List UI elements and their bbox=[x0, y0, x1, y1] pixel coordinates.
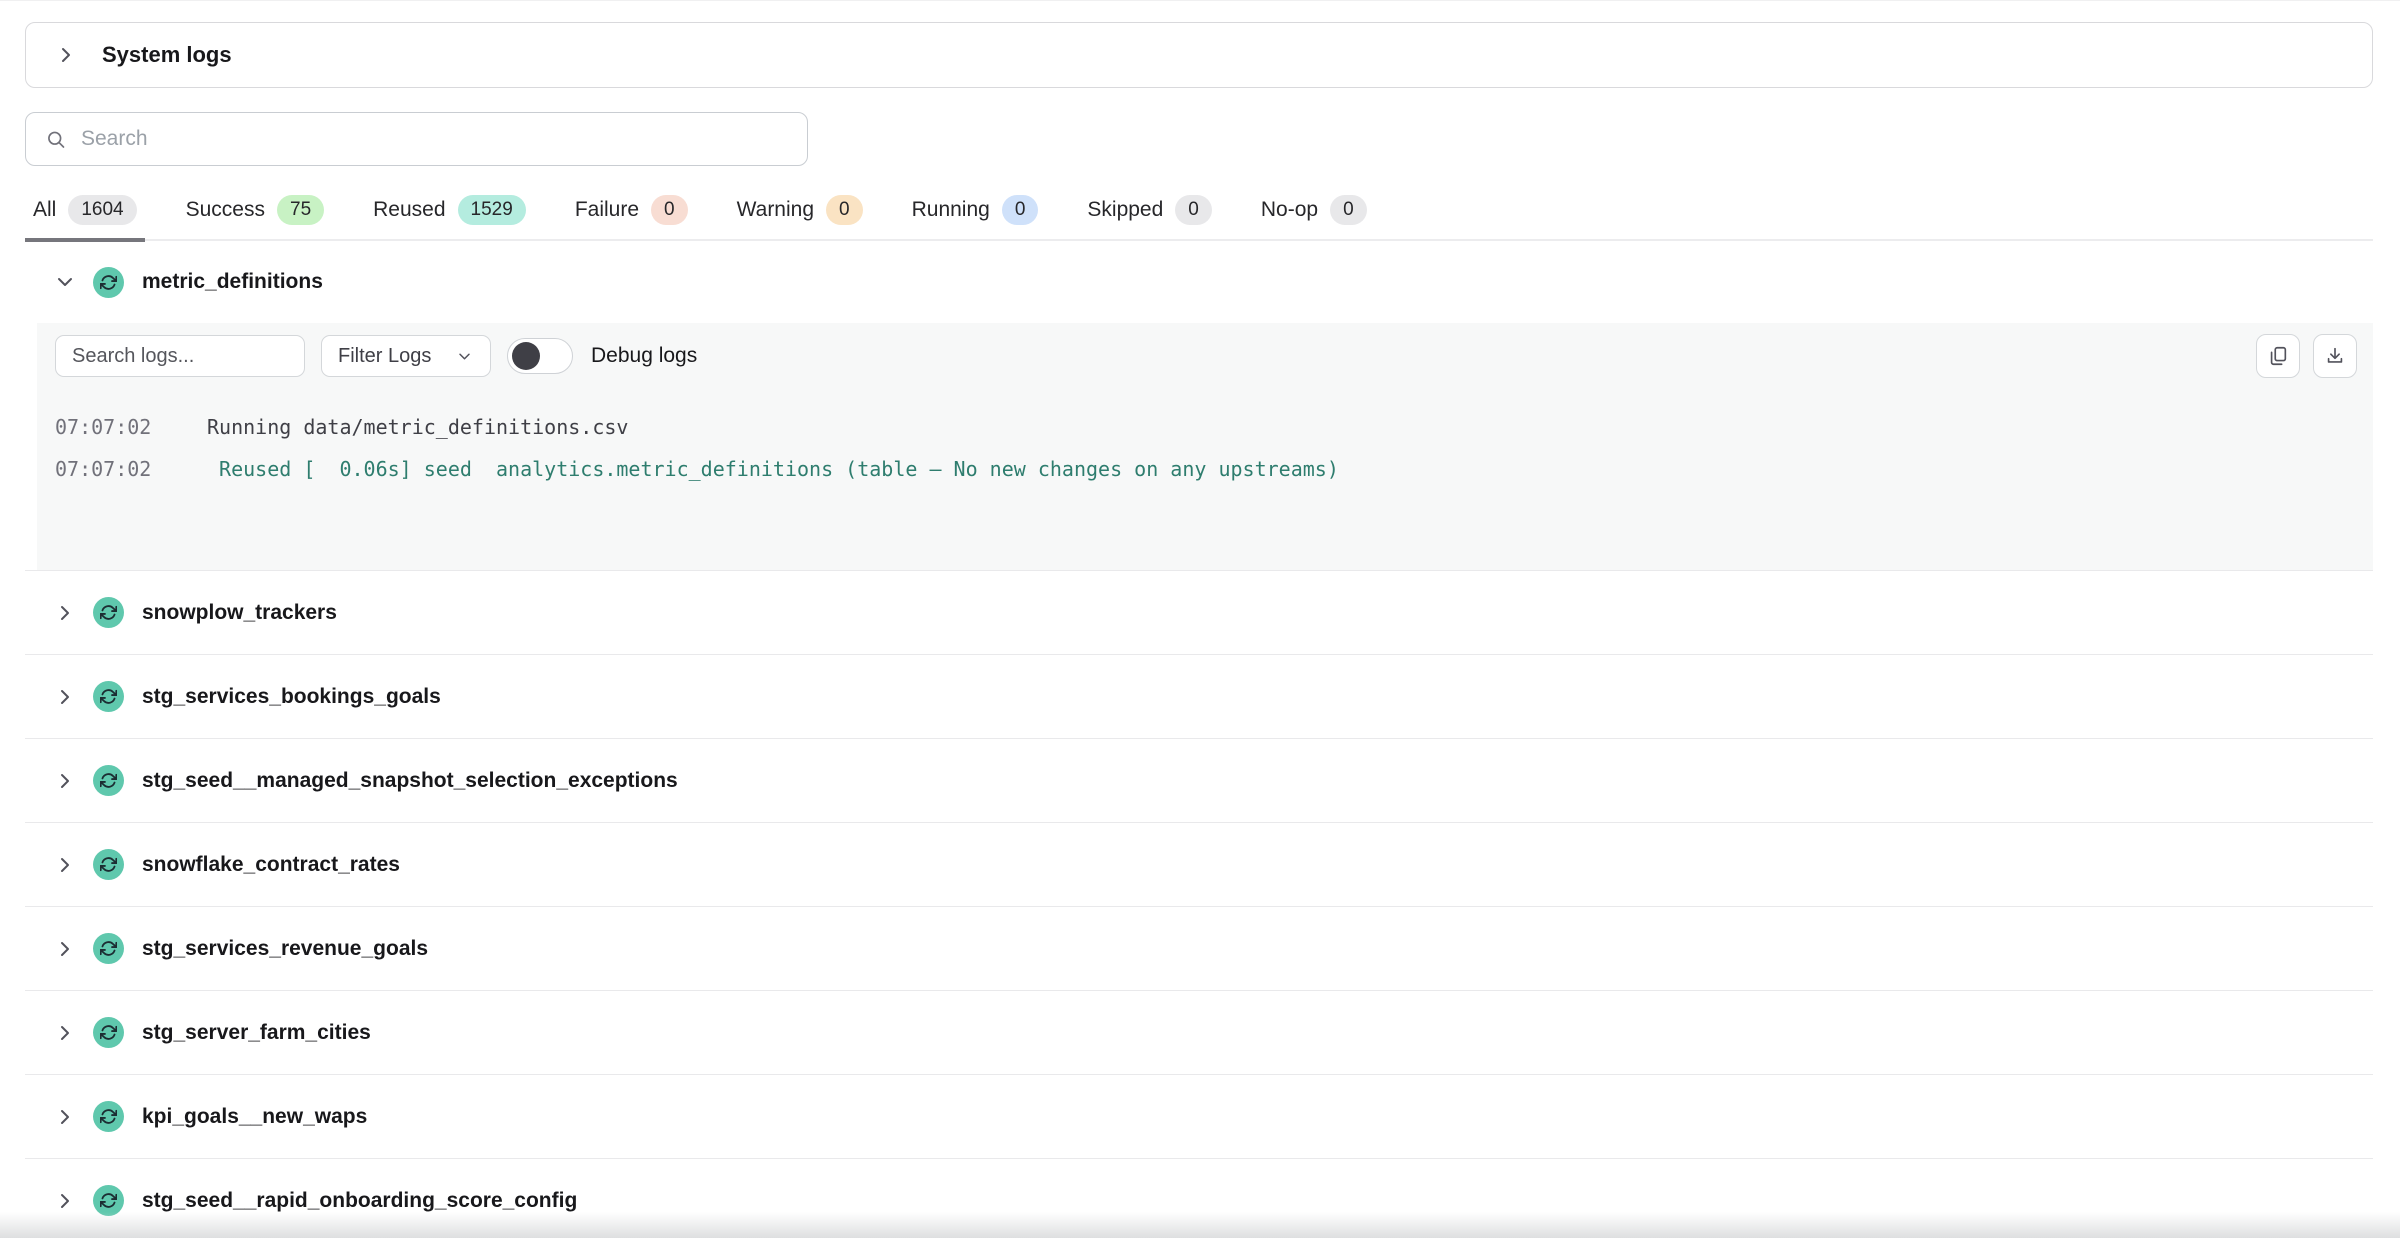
tab-count-badge: 75 bbox=[277, 195, 324, 225]
node-label: stg_services_revenue_goals bbox=[142, 937, 428, 961]
chevron-right-icon[interactable] bbox=[55, 603, 75, 623]
copy-logs-button[interactable] bbox=[2256, 334, 2300, 378]
node-label: stg_services_bookings_goals bbox=[142, 685, 441, 709]
search-box[interactable] bbox=[25, 112, 808, 166]
tab-label: Running bbox=[912, 198, 990, 222]
search-input[interactable] bbox=[81, 127, 807, 151]
node-label: stg_server_farm_cities bbox=[142, 1021, 371, 1045]
tab-count-badge: 0 bbox=[1330, 195, 1367, 225]
debug-logs-label: Debug logs bbox=[591, 344, 697, 368]
log-group-row[interactable]: snowplow_trackers bbox=[25, 571, 2373, 655]
toggle-knob bbox=[512, 342, 540, 370]
tab-label: No-op bbox=[1261, 198, 1318, 222]
status-tabs: All 1604 Success 75 Reused 1529 Failure … bbox=[25, 193, 2373, 241]
log-group-row[interactable]: stg_services_revenue_goals bbox=[25, 907, 2373, 991]
tab-label: Success bbox=[186, 198, 265, 222]
tab-warning[interactable]: Warning 0 bbox=[729, 193, 871, 242]
reused-status-icon bbox=[93, 267, 124, 298]
chevron-right-icon[interactable] bbox=[55, 687, 75, 707]
chevron-right-icon[interactable] bbox=[55, 771, 75, 791]
chevron-right-icon[interactable] bbox=[55, 1023, 75, 1043]
log-group-row-expanded[interactable]: metric_definitions bbox=[25, 251, 2373, 313]
tab-count-badge: 1529 bbox=[458, 195, 526, 225]
log-timestamp: 07:07:02 bbox=[55, 406, 207, 448]
log-search-box[interactable] bbox=[55, 335, 305, 377]
log-search-input[interactable] bbox=[72, 345, 288, 368]
tab-all[interactable]: All 1604 bbox=[25, 193, 145, 242]
tab-count-badge: 1604 bbox=[68, 195, 136, 225]
chevron-right-icon[interactable] bbox=[56, 45, 76, 65]
chevron-down-icon bbox=[454, 349, 474, 364]
tab-success[interactable]: Success 75 bbox=[178, 193, 333, 242]
filter-logs-dropdown[interactable]: Filter Logs bbox=[321, 335, 491, 377]
tab-label: Reused bbox=[373, 198, 445, 222]
tab-label: Failure bbox=[575, 198, 639, 222]
reused-status-icon bbox=[93, 933, 124, 964]
log-message: Reused [ 0.06s] seed analytics.metric_de… bbox=[207, 448, 1339, 490]
reused-status-icon bbox=[93, 765, 124, 796]
log-line: 07:07:02 Reused [ 0.06s] seed analytics.… bbox=[55, 448, 2357, 490]
download-icon bbox=[2324, 345, 2346, 367]
log-line: 07:07:02 Running data/metric_definitions… bbox=[55, 406, 2357, 448]
log-group-row[interactable]: stg_services_bookings_goals bbox=[25, 655, 2373, 739]
chevron-down-icon[interactable] bbox=[55, 272, 75, 292]
chevron-right-icon[interactable] bbox=[55, 939, 75, 959]
reused-status-icon bbox=[93, 681, 124, 712]
tab-label: Skipped bbox=[1087, 198, 1163, 222]
download-logs-button[interactable] bbox=[2313, 334, 2357, 378]
tab-skipped[interactable]: Skipped 0 bbox=[1079, 193, 1219, 242]
search-icon bbox=[46, 129, 66, 150]
log-group-row[interactable]: stg_seed__rapid_onboarding_score_config bbox=[25, 1159, 2373, 1238]
tab-no-op[interactable]: No-op 0 bbox=[1253, 193, 1375, 242]
tab-label: All bbox=[33, 198, 56, 222]
log-panel: Filter Logs Debug logs bbox=[37, 323, 2373, 570]
system-logs-header[interactable]: System logs bbox=[25, 22, 2373, 88]
node-label: stg_seed__managed_snapshot_selection_exc… bbox=[142, 769, 678, 793]
log-group-list: snowplow_trackers stg_services_bookings_… bbox=[25, 570, 2373, 1238]
log-output: 07:07:02 Running data/metric_definitions… bbox=[55, 406, 2357, 490]
filter-logs-label: Filter Logs bbox=[338, 345, 431, 368]
node-label: snowflake_contract_rates bbox=[142, 853, 400, 877]
reused-status-icon bbox=[93, 1185, 124, 1216]
system-logs-title: System logs bbox=[102, 42, 232, 68]
tab-failure[interactable]: Failure 0 bbox=[567, 193, 696, 242]
tab-count-badge: 0 bbox=[651, 195, 688, 225]
log-group-row[interactable]: stg_server_farm_cities bbox=[25, 991, 2373, 1075]
reused-status-icon bbox=[93, 849, 124, 880]
node-label: kpi_goals__new_waps bbox=[142, 1105, 367, 1129]
tab-count-badge: 0 bbox=[1175, 195, 1212, 225]
copy-icon bbox=[2267, 345, 2289, 367]
tab-running[interactable]: Running 0 bbox=[904, 193, 1047, 242]
chevron-right-icon[interactable] bbox=[55, 1107, 75, 1127]
chevron-right-icon[interactable] bbox=[55, 855, 75, 875]
log-timestamp: 07:07:02 bbox=[55, 448, 207, 490]
tab-count-badge: 0 bbox=[826, 195, 863, 225]
log-toolbar: Filter Logs Debug logs bbox=[55, 334, 2357, 378]
reused-status-icon bbox=[93, 1017, 124, 1048]
tab-count-badge: 0 bbox=[1002, 195, 1039, 225]
reused-status-icon bbox=[93, 1101, 124, 1132]
log-group-row[interactable]: stg_seed__managed_snapshot_selection_exc… bbox=[25, 739, 2373, 823]
log-message: Running data/metric_definitions.csv bbox=[207, 406, 628, 448]
tab-label: Warning bbox=[737, 198, 814, 222]
node-label: stg_seed__rapid_onboarding_score_config bbox=[142, 1189, 577, 1213]
node-label: snowplow_trackers bbox=[142, 601, 337, 625]
page: System logs All 1604 Success 75 Reused 1… bbox=[0, 0, 2400, 1238]
log-group-row[interactable]: kpi_goals__new_waps bbox=[25, 1075, 2373, 1159]
debug-logs-toggle[interactable] bbox=[507, 338, 573, 374]
reused-status-icon bbox=[93, 597, 124, 628]
chevron-right-icon[interactable] bbox=[55, 1191, 75, 1211]
log-group-row[interactable]: snowflake_contract_rates bbox=[25, 823, 2373, 907]
tab-reused[interactable]: Reused 1529 bbox=[365, 193, 534, 242]
node-label: metric_definitions bbox=[142, 270, 323, 294]
